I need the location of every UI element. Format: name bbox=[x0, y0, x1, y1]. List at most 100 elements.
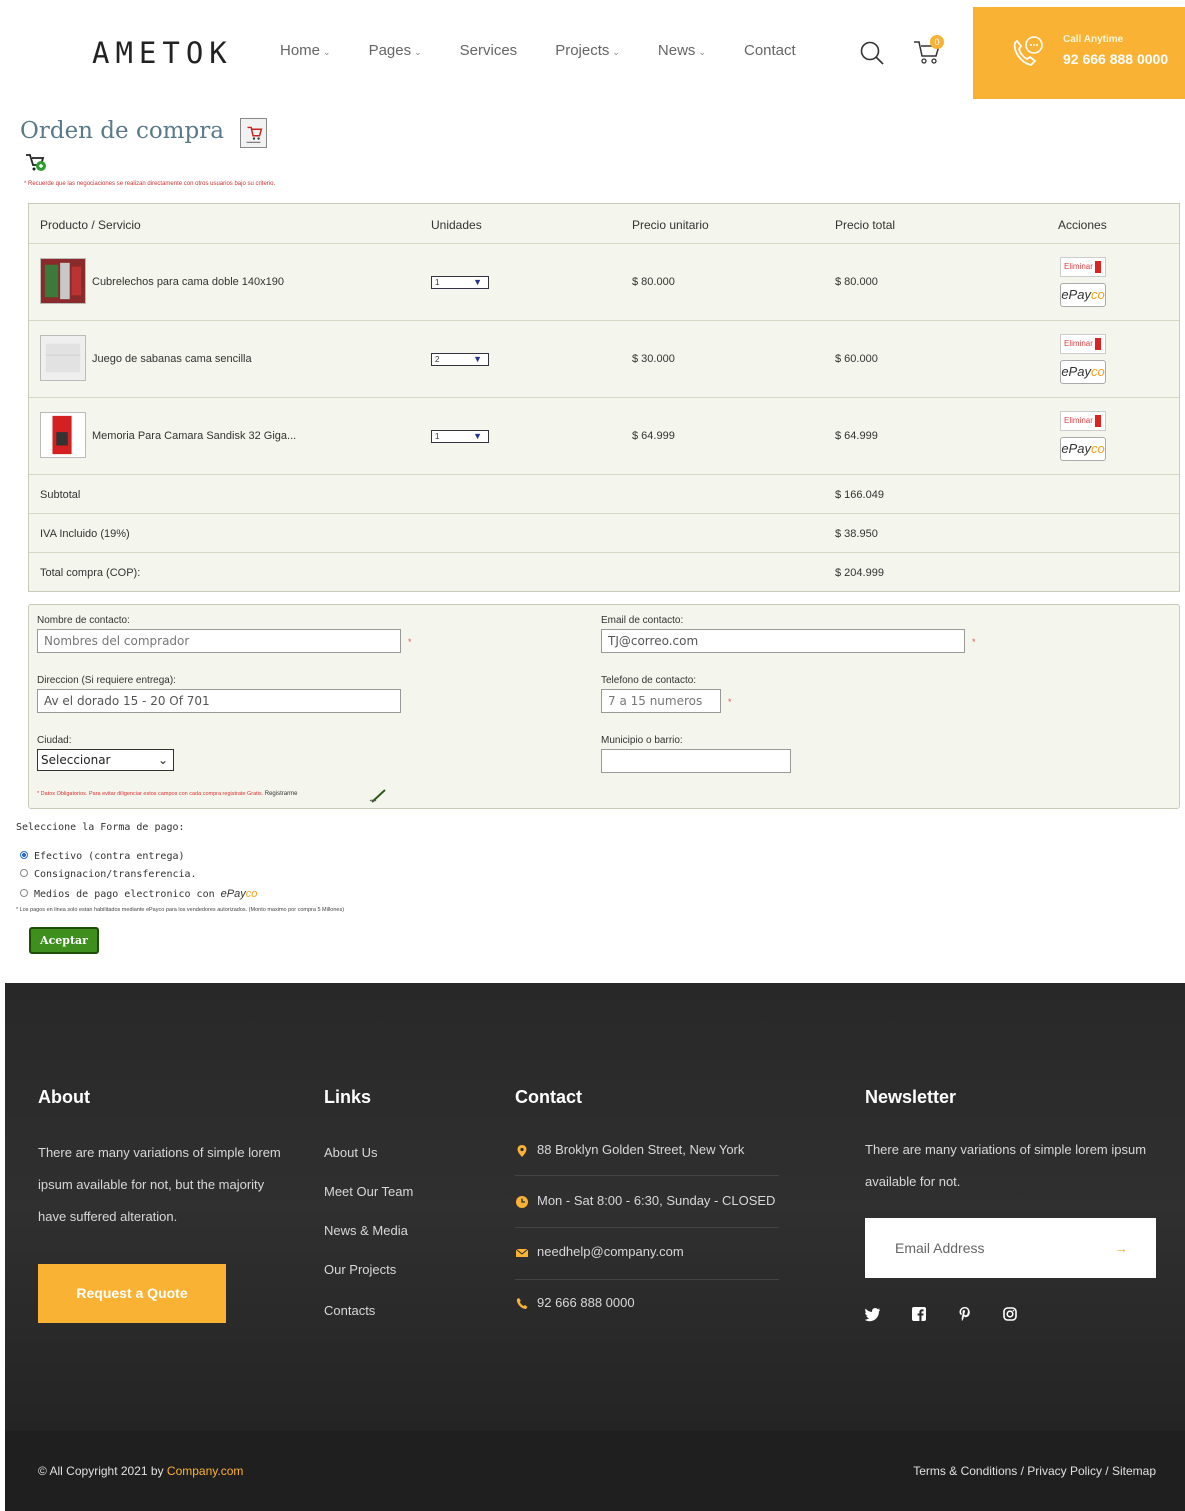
accept-button[interactable]: Aceptar bbox=[29, 927, 99, 954]
trash-icon bbox=[1095, 338, 1101, 350]
quantity-value: 2 bbox=[435, 355, 440, 364]
epayco-pay: Pay bbox=[226, 888, 246, 900]
epayco-e: e bbox=[1061, 287, 1069, 302]
quantity-select[interactable]: 1 ▼ bbox=[431, 430, 489, 443]
epayco-button[interactable]: ePayco bbox=[1060, 437, 1106, 461]
quantity-value: 1 bbox=[435, 432, 440, 441]
twitter-icon[interactable] bbox=[865, 1306, 881, 1322]
product-name[interactable]: Cubrelechos para cama doble 140x190 bbox=[92, 276, 284, 288]
payment-option-electronic[interactable]: Medios de pago electronico con ePayco bbox=[20, 888, 257, 900]
footer-link-news[interactable]: News & Media bbox=[324, 1223, 408, 1238]
col-header-units: Unidades bbox=[431, 218, 482, 232]
form-note: * Datos Obligatorios. Para evitar dilige… bbox=[37, 791, 297, 797]
nav-pages[interactable]: Pages ⌄ bbox=[369, 42, 422, 59]
chevron-down-icon: ⌄ bbox=[157, 753, 168, 767]
footer-link-contacts[interactable]: Contacts bbox=[324, 1303, 375, 1318]
nav-services[interactable]: Services bbox=[460, 42, 518, 59]
delete-button[interactable]: Eliminar bbox=[1060, 257, 1106, 277]
nav-contact[interactable]: Contact bbox=[744, 42, 796, 59]
footer-about-text: There are many variations of simple lore… bbox=[38, 1145, 281, 1224]
newsletter-email-input[interactable]: Email Address → bbox=[865, 1218, 1156, 1278]
row-divider bbox=[29, 513, 1179, 514]
form-note-text: * Datos Obligatorios. Para evitar dilige… bbox=[37, 791, 264, 797]
footer-link-projects[interactable]: Our Projects bbox=[324, 1262, 396, 1277]
quantity-value: 1 bbox=[435, 278, 440, 287]
city-label: Ciudad: bbox=[37, 735, 72, 746]
col-header-unit-price: Precio unitario bbox=[632, 218, 709, 232]
quantity-select[interactable]: 2 ▼ bbox=[431, 353, 489, 366]
epayco-co: co bbox=[1090, 364, 1105, 379]
pencil-icon[interactable] bbox=[368, 788, 388, 804]
order-note: * Recuerde que las negociaciones se real… bbox=[24, 181, 276, 187]
total-price: $ 80.000 bbox=[835, 276, 878, 288]
contact-address: 88 Broklyn Golden Street, New York bbox=[537, 1142, 745, 1157]
contact-email[interactable]: needhelp@company.com bbox=[537, 1244, 684, 1259]
delete-button[interactable]: Eliminar bbox=[1060, 334, 1106, 354]
address-label: Direccion (Si requiere entrega): bbox=[37, 675, 176, 686]
radio-selected[interactable] bbox=[20, 851, 28, 859]
epayco-pay: Pay bbox=[1068, 441, 1091, 456]
unit-price: $ 30.000 bbox=[632, 353, 675, 365]
epayco-button[interactable]: ePayco bbox=[1060, 360, 1106, 384]
phone-icon bbox=[516, 1298, 528, 1309]
footer-contact-title: Contact bbox=[515, 1087, 582, 1107]
epayco-logo: ePayco bbox=[221, 888, 258, 900]
email-input[interactable]: TJ@correo.com bbox=[601, 629, 965, 653]
order-table: Producto / Servicio Unidades Precio unit… bbox=[28, 203, 1180, 592]
product-name[interactable]: Memoria Para Camara Sandisk 32 Giga... bbox=[92, 430, 296, 442]
request-quote-button[interactable]: Request a Quote bbox=[38, 1264, 226, 1323]
call-anytime-box[interactable]: Call Anytime 92 666 888 0000 bbox=[973, 7, 1185, 99]
nav-projects[interactable]: Projects ⌄ bbox=[555, 42, 620, 59]
quantity-select[interactable]: 1 ▼ bbox=[431, 276, 489, 289]
product-name[interactable]: Juego de sabanas cama sencilla bbox=[92, 353, 252, 365]
legal-links[interactable]: Terms & Conditions / Privacy Policy / Si… bbox=[913, 1464, 1156, 1478]
contact-hours: Mon - Sat 8:00 - 6:30, Sunday - CLOSED bbox=[537, 1193, 776, 1208]
newsletter-placeholder: Email Address bbox=[895, 1240, 985, 1256]
delete-button[interactable]: Eliminar bbox=[1060, 411, 1106, 431]
nav-home[interactable]: Home ⌄ bbox=[280, 42, 331, 59]
facebook-icon[interactable] bbox=[911, 1306, 927, 1322]
total-value: $ 204.999 bbox=[835, 567, 884, 579]
instagram-icon[interactable] bbox=[1002, 1306, 1018, 1322]
municipality-input[interactable] bbox=[601, 749, 791, 773]
search-icon[interactable] bbox=[859, 40, 885, 66]
mail-icon bbox=[515, 1248, 529, 1257]
arrow-right-icon[interactable]: → bbox=[1114, 1218, 1128, 1278]
page-title: Orden de compra bbox=[20, 118, 224, 144]
name-input[interactable]: Nombres del comprador bbox=[37, 629, 401, 653]
payment-option-cash[interactable]: Efectivo (contra entrega) bbox=[20, 851, 185, 862]
footer-link-team[interactable]: Meet Our Team bbox=[324, 1184, 413, 1199]
register-link[interactable]: Registrarme bbox=[265, 791, 298, 797]
contact-phone[interactable]: 92 666 888 0000 bbox=[537, 1295, 635, 1310]
unit-price: $ 64.999 bbox=[632, 430, 675, 442]
nav-news[interactable]: News ⌄ bbox=[658, 42, 706, 59]
name-label: Nombre de contacto: bbox=[37, 615, 130, 626]
copyright-brand-link[interactable]: Company.com bbox=[167, 1464, 243, 1478]
payment-option-transfer[interactable]: Consignacion/transferencia. bbox=[20, 869, 197, 880]
epayco-pay: Pay bbox=[1068, 364, 1091, 379]
epayco-button[interactable]: ePayco bbox=[1060, 283, 1106, 307]
product-thumbnail[interactable] bbox=[40, 258, 86, 304]
city-select[interactable]: Seleccionar ⌄ bbox=[37, 749, 174, 771]
footer-links-title: Links bbox=[324, 1087, 372, 1107]
unit-price: $ 80.000 bbox=[632, 276, 675, 288]
call-number[interactable]: 92 666 888 0000 bbox=[1063, 51, 1168, 67]
row-divider bbox=[29, 397, 1179, 398]
delete-label: Eliminar bbox=[1064, 416, 1093, 425]
location-pin-icon bbox=[517, 1145, 527, 1157]
row-divider bbox=[29, 552, 1179, 553]
payment-title: Seleccione la Forma de pago: bbox=[16, 822, 185, 833]
nav-label: Home bbox=[280, 42, 321, 59]
row-divider bbox=[29, 320, 1179, 321]
pinterest-icon[interactable] bbox=[957, 1306, 973, 1322]
product-thumbnail[interactable] bbox=[40, 412, 86, 458]
phone-input[interactable]: 7 a 15 numeros bbox=[601, 689, 721, 713]
address-input[interactable]: Av el dorado 15 - 20 Of 701 bbox=[37, 689, 401, 713]
subtotal-value: $ 166.049 bbox=[835, 489, 884, 501]
radio[interactable] bbox=[20, 889, 28, 897]
radio[interactable] bbox=[20, 869, 28, 877]
product-thumbnail[interactable] bbox=[40, 335, 86, 381]
footer-link-about[interactable]: About Us bbox=[324, 1145, 377, 1160]
cart-count-badge: 0 bbox=[930, 35, 944, 49]
site-logo[interactable]: AMETOK bbox=[92, 36, 233, 70]
